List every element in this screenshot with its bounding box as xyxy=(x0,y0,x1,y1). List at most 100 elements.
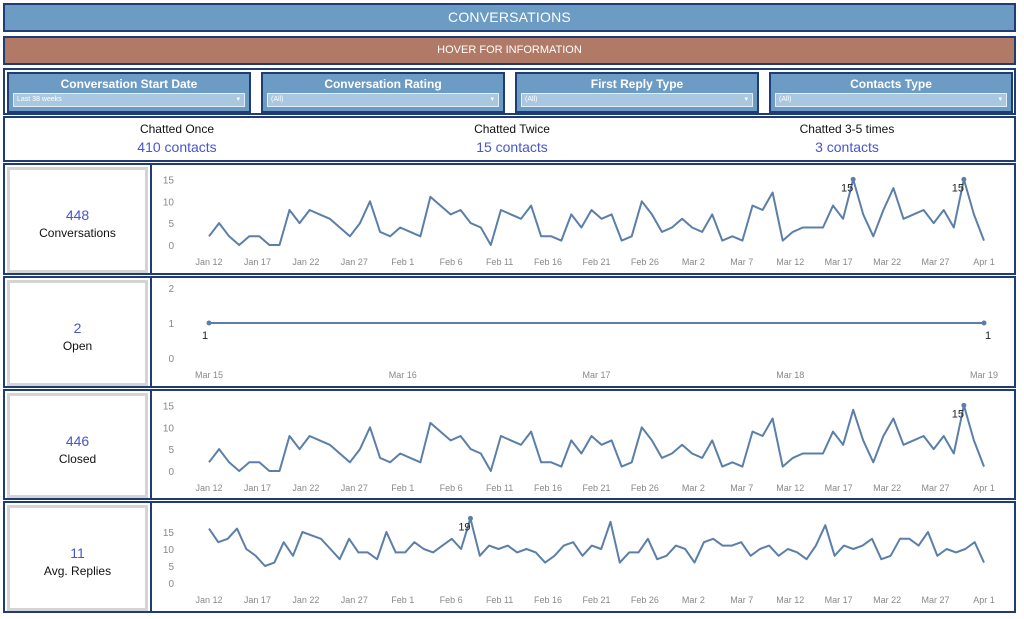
contacts-type-dropdown[interactable]: (All) ▾ xyxy=(775,93,1007,107)
x-tick-label: Feb 6 xyxy=(440,483,463,493)
kpi-label: Conversations xyxy=(39,226,116,240)
x-tick-label: Apr 1 xyxy=(973,595,995,605)
x-tick-label: Mar 16 xyxy=(389,370,417,380)
kpi-open: 2 Open xyxy=(7,280,148,386)
x-tick-label: Feb 26 xyxy=(631,595,659,605)
data-label: 15 xyxy=(952,408,964,420)
x-tick-label: Feb 21 xyxy=(582,595,610,605)
x-tick-label: Mar 27 xyxy=(922,483,950,493)
filter-row: Conversation Start Date Last 38 weeks ▾ … xyxy=(3,68,1016,115)
dropdown-value: (All) xyxy=(271,96,284,103)
x-tick-label: Mar 27 xyxy=(922,257,950,267)
x-tick-label: Mar 17 xyxy=(825,483,853,493)
closed-section: 446 Closed 0 5 10 15 Jan 12 Jan 17 Jan 22 Jan 2… xyxy=(3,389,1016,500)
summary-chatted-3-5-times: Chatted 3-5 times 3 contacts xyxy=(697,121,997,157)
filter-label: Contacts Type xyxy=(850,77,932,91)
dropdown-value: Last 38 weeks xyxy=(17,96,62,103)
chevron-down-icon[interactable]: ▾ xyxy=(236,94,240,106)
y-tick-label: 15 xyxy=(163,528,175,539)
x-tick-label: Mar 22 xyxy=(873,595,901,605)
avg-replies-line-chart[interactable]: 0 5 10 15 Jan 12 Jan 17 Jan 22 Jan 27 Feb 1 Feb 6… xyxy=(154,503,1016,611)
x-tick-label: Jan 17 xyxy=(244,595,271,605)
y-tick-label: 15 xyxy=(163,401,175,412)
summary-chatted-twice: Chatted Twice 15 contacts xyxy=(362,121,662,157)
chevron-down-icon[interactable]: ▾ xyxy=(744,94,748,106)
x-tick-label: Feb 11 xyxy=(486,257,513,267)
dropdown-value: (All) xyxy=(779,96,792,103)
y-tick-label: 1 xyxy=(168,319,174,330)
section-divider xyxy=(150,503,152,611)
x-tick-label: Feb 1 xyxy=(391,257,414,267)
x-tick-label: Mar 7 xyxy=(730,595,753,605)
data-point-marker[interactable] xyxy=(206,320,212,326)
x-tick-label: Mar 17 xyxy=(582,370,610,380)
x-tick-label: Jan 22 xyxy=(292,595,319,605)
x-tick-label: Jan 22 xyxy=(292,257,319,267)
hover-info-banner[interactable]: HOVER FOR INFORMATION xyxy=(3,36,1016,65)
dashboard-title: CONVERSATIONS xyxy=(3,3,1016,32)
kpi-label: Open xyxy=(62,339,93,353)
date-range-dropdown[interactable]: Last 38 weeks ▾ xyxy=(13,93,245,107)
data-label: 15 xyxy=(952,182,964,194)
x-tick-label: Feb 11 xyxy=(486,595,513,605)
series-line[interactable] xyxy=(208,404,985,472)
closed-line-chart[interactable]: 0 5 10 15 Jan 12 Jan 17 Jan 22 Jan 27 Feb 1 Feb 6… xyxy=(154,391,1016,498)
y-tick-label: 0 xyxy=(168,241,174,252)
x-tick-label: Feb 21 xyxy=(582,257,610,267)
x-tick-label: Mar 7 xyxy=(730,483,753,493)
chevron-down-icon[interactable]: ▾ xyxy=(490,94,494,106)
summary-label: Chatted Once xyxy=(139,122,215,136)
series-line[interactable] xyxy=(208,517,985,567)
series-line[interactable] xyxy=(208,178,985,246)
conversations-section: 448 Conversations 0 5 10 15 Jan 12 Jan 17 Jan … xyxy=(3,163,1016,275)
open-section: 2 Open 0 1 2 Mar 15 Mar 16 Mar 17 Mar 18 Mar 19… xyxy=(3,276,1016,388)
kpi-conversations: 448 Conversations xyxy=(7,167,148,273)
kpi-value: 446 xyxy=(65,433,90,449)
kpi-closed: 446 Closed xyxy=(7,393,148,498)
x-tick-label: Mar 2 xyxy=(682,595,705,605)
open-line-chart[interactable]: 0 1 2 Mar 15 Mar 16 Mar 17 Mar 18 Mar 19 1 1 xyxy=(154,278,1016,386)
y-tick-label: 5 xyxy=(168,219,174,230)
section-divider xyxy=(150,278,152,386)
x-tick-label: Apr 1 xyxy=(973,257,995,267)
first-reply-type-dropdown[interactable]: (All) ▾ xyxy=(521,93,753,107)
y-tick-label: 0 xyxy=(168,579,174,590)
summary-value: 410 contacts xyxy=(137,139,217,155)
x-tick-label: Feb 1 xyxy=(391,483,414,493)
summary-value: 15 contacts xyxy=(476,139,548,155)
x-tick-label: Mar 22 xyxy=(873,483,901,493)
kpi-value: 2 xyxy=(73,320,82,336)
section-divider xyxy=(150,391,152,498)
filter-conversation-rating: Conversation Rating (All) ▾ xyxy=(261,72,505,113)
filter-first-reply-type: First Reply Type (All) ▾ xyxy=(515,72,759,113)
x-tick-label: Feb 21 xyxy=(582,483,610,493)
data-point-marker[interactable] xyxy=(981,320,987,326)
kpi-label: Avg. Replies xyxy=(43,564,112,578)
data-point-marker[interactable] xyxy=(850,176,856,182)
rating-dropdown[interactable]: (All) ▾ xyxy=(267,93,499,107)
contact-summary-row: Chatted Once 410 contacts Chatted Twice … xyxy=(3,116,1016,162)
x-tick-label: Jan 17 xyxy=(244,257,271,267)
x-tick-label: Mar 15 xyxy=(195,370,223,380)
x-tick-label: Mar 19 xyxy=(970,370,998,380)
data-point-marker[interactable] xyxy=(961,402,967,408)
y-tick-label: 10 xyxy=(163,197,175,208)
x-tick-label: Feb 16 xyxy=(534,257,562,267)
filter-conversation-start-date: Conversation Start Date Last 38 weeks ▾ xyxy=(7,72,251,113)
chevron-down-icon[interactable]: ▾ xyxy=(998,94,1002,106)
x-tick-label: Mar 27 xyxy=(922,595,950,605)
y-tick-label: 10 xyxy=(163,423,175,434)
x-tick-label: Mar 22 xyxy=(873,257,901,267)
data-point-marker[interactable] xyxy=(961,176,967,182)
section-divider xyxy=(150,165,152,273)
x-tick-label: Feb 26 xyxy=(631,257,659,267)
avg-replies-section: 11 Avg. Replies 0 5 10 15 Jan 12 Jan 17 Jan 22… xyxy=(3,501,1016,613)
y-tick-label: 2 xyxy=(168,284,174,295)
x-tick-label: Jan 17 xyxy=(244,483,271,493)
conversations-line-chart[interactable]: 0 5 10 15 Jan 12 Jan 17 Jan 22 Jan 27 Feb 1 Feb 6… xyxy=(154,165,1016,273)
x-tick-label: Mar 2 xyxy=(682,483,705,493)
x-tick-label: Jan 12 xyxy=(195,595,222,605)
x-tick-label: Jan 27 xyxy=(341,483,368,493)
data-point-marker[interactable] xyxy=(467,515,473,521)
x-tick-label: Mar 17 xyxy=(825,257,853,267)
